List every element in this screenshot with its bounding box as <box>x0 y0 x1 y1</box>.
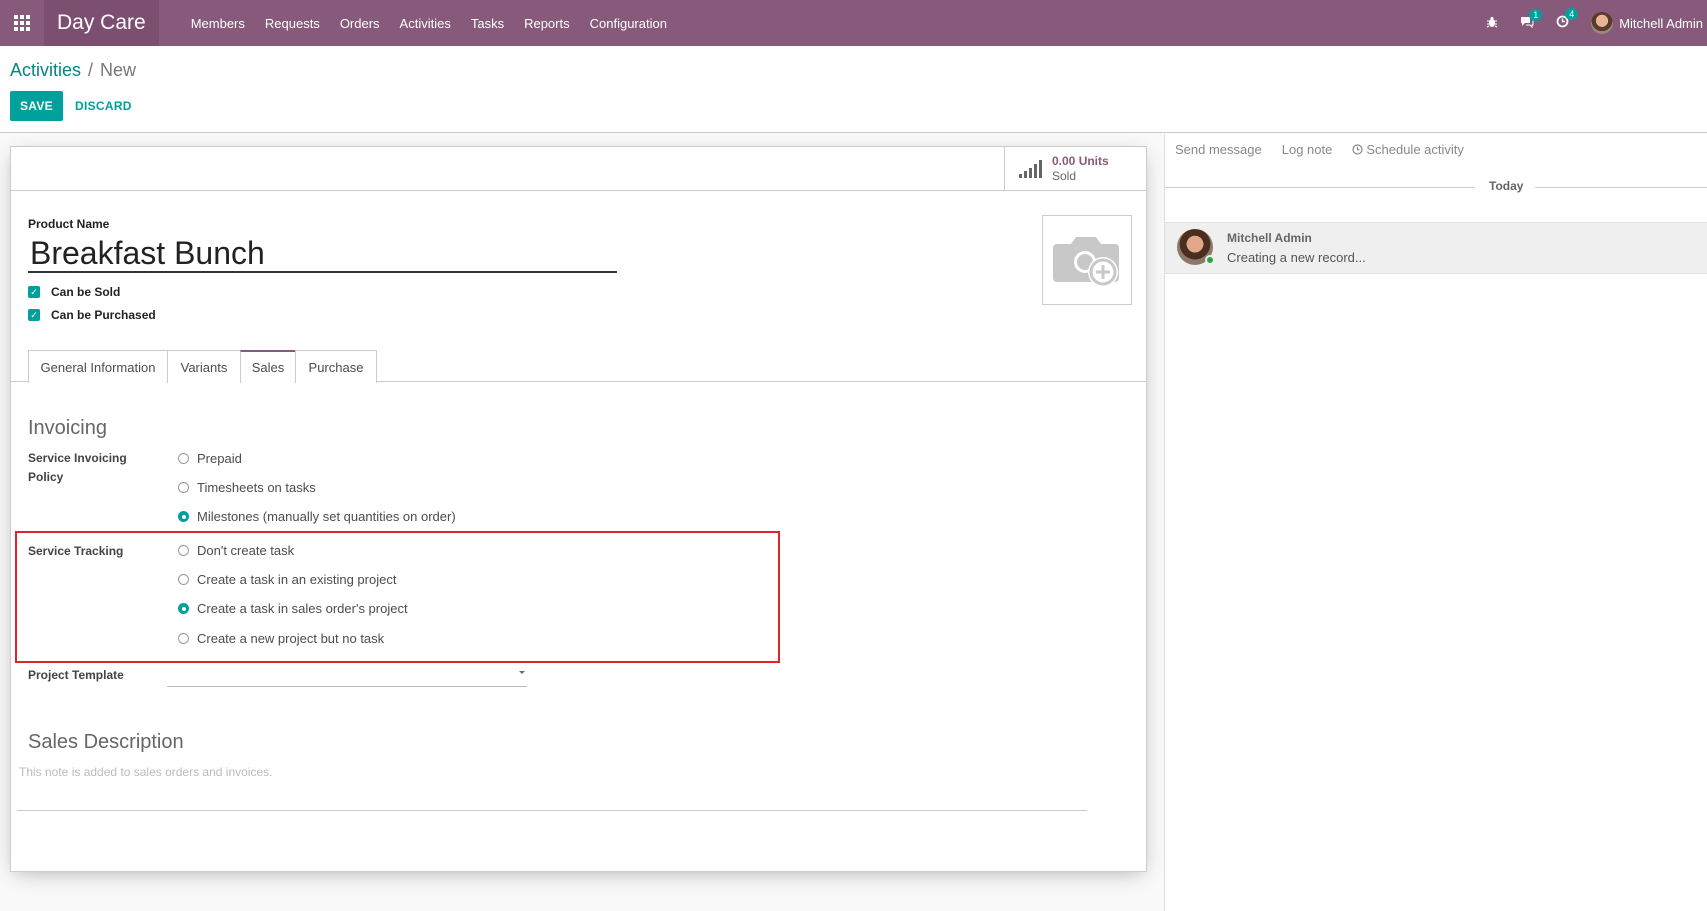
radio-label: Timesheets on tasks <box>197 480 316 495</box>
radio-button-selected[interactable] <box>178 511 189 522</box>
systray: 1 4 Mitchell Admin <box>1486 0 1707 46</box>
sales-description-title: Sales Description <box>28 731 184 753</box>
app-brand[interactable]: Day Care <box>44 0 159 46</box>
invoicing-option-prepaid[interactable]: Prepaid <box>178 451 242 466</box>
project-template-label: Project Template <box>28 668 124 682</box>
menu-item-requests[interactable]: Requests <box>265 16 320 31</box>
schedule-activity-label: Schedule activity <box>1366 142 1464 157</box>
log-note-button[interactable]: Log note <box>1282 142 1333 157</box>
control-panel: Activities / New SAVE DISCARD <box>0 46 1707 133</box>
user-menu[interactable]: Mitchell Admin <box>1591 12 1707 34</box>
main-menu: Members Requests Orders Activities Tasks… <box>191 16 687 31</box>
project-template-select[interactable] <box>167 667 527 687</box>
messages-badge: 1 <box>1529 8 1543 21</box>
radio-label: Prepaid <box>197 451 242 466</box>
tab-sales[interactable]: Sales <box>240 350 296 383</box>
invoicing-option-milestones[interactable]: Milestones (manually set quantities on o… <box>178 509 456 524</box>
notebook-tabs: General Information Variants Sales Purch… <box>11 350 1146 383</box>
breadcrumb-current: New <box>100 60 137 80</box>
menu-item-tasks[interactable]: Tasks <box>471 16 504 31</box>
can-be-sold-row: ✓ Can be Sold <box>28 285 120 299</box>
chatter-topbar: Send message Log note Schedule activity <box>1175 142 1504 157</box>
user-avatar <box>1591 12 1614 34</box>
activities-clock-icon[interactable]: 4 <box>1556 8 1579 31</box>
stat-label: Sold <box>1052 168 1077 183</box>
debug-bug-icon[interactable] <box>1486 16 1498 31</box>
units-sold-stat-button[interactable]: 0.00 Units Sold <box>1004 147 1146 190</box>
signal-bars-icon <box>1019 159 1044 178</box>
message-author[interactable]: Mitchell Admin <box>1227 231 1312 245</box>
breadcrumb-separator: / <box>88 60 94 80</box>
caret-down-icon <box>519 671 525 674</box>
radio-button[interactable] <box>178 453 189 464</box>
separator-line-left <box>1165 187 1475 188</box>
highlight-annotation-box <box>15 531 780 663</box>
online-status-dot <box>1205 255 1215 265</box>
clock-icon <box>1352 144 1363 155</box>
can-be-purchased-label: Can be Purchased <box>51 308 156 322</box>
send-message-button[interactable]: Send message <box>1175 142 1262 157</box>
sales-description-input[interactable]: This note is added to sales orders and i… <box>19 765 272 779</box>
can-be-sold-label: Can be Sold <box>51 285 121 299</box>
breadcrumb-activities-link[interactable]: Activities <box>10 60 81 81</box>
tab-general-information[interactable]: General Information <box>28 350 168 383</box>
menu-item-orders[interactable]: Orders <box>340 16 380 31</box>
breadcrumb: Activities / New <box>10 60 136 81</box>
schedule-activity-button[interactable]: Schedule activity <box>1352 142 1484 157</box>
camera-plus-icon <box>1053 237 1119 287</box>
message-body: Creating a new record... <box>1227 250 1366 265</box>
separator-line-right <box>1535 187 1707 188</box>
radio-label: Milestones (manually set quantities on o… <box>197 509 456 524</box>
top-navbar: Day Care Members Requests Orders Activit… <box>0 0 1707 46</box>
date-separator: Today <box>1165 179 1707 195</box>
product-image-upload[interactable] <box>1042 215 1132 305</box>
date-separator-label: Today <box>1485 179 1528 193</box>
user-name: Mitchell Admin <box>1619 15 1703 31</box>
save-button[interactable]: SAVE <box>10 91 63 121</box>
chatter-panel: Send message Log note Schedule activity … <box>1164 134 1707 911</box>
tab-variants[interactable]: Variants <box>167 350 241 383</box>
sales-description-underline <box>17 810 1087 811</box>
activities-badge: 4 <box>1565 8 1579 20</box>
form-sheet: 0.00 Units Sold Product Name Breakfast B… <box>10 146 1147 872</box>
service-invoicing-policy-label: Service Invoicing Policy <box>28 451 127 484</box>
invoicing-option-timesheets[interactable]: Timesheets on tasks <box>178 480 316 495</box>
can-be-sold-checkbox[interactable]: ✓ <box>28 286 40 298</box>
product-name-label: Product Name <box>28 217 110 231</box>
stat-value: 0.00 Units <box>1052 153 1109 168</box>
menu-item-activities[interactable]: Activities <box>400 16 451 31</box>
can-be-purchased-row: ✓ Can be Purchased <box>28 308 156 322</box>
invoicing-title: Invoicing <box>28 417 107 439</box>
menu-item-reports[interactable]: Reports <box>524 16 570 31</box>
chatter-message: Mitchell Admin Creating a new record... <box>1165 222 1707 274</box>
menu-item-configuration[interactable]: Configuration <box>590 16 667 31</box>
apps-menu-icon[interactable] <box>0 0 44 46</box>
product-name-input[interactable]: Breakfast Bunch <box>28 235 617 273</box>
discard-button[interactable]: DISCARD <box>75 99 132 113</box>
radio-button[interactable] <box>178 482 189 493</box>
can-be-purchased-checkbox[interactable]: ✓ <box>28 309 40 321</box>
button-box: 0.00 Units Sold <box>11 147 1146 191</box>
messages-icon[interactable]: 1 <box>1520 8 1543 31</box>
tab-purchase[interactable]: Purchase <box>295 350 377 383</box>
menu-item-members[interactable]: Members <box>191 16 245 31</box>
